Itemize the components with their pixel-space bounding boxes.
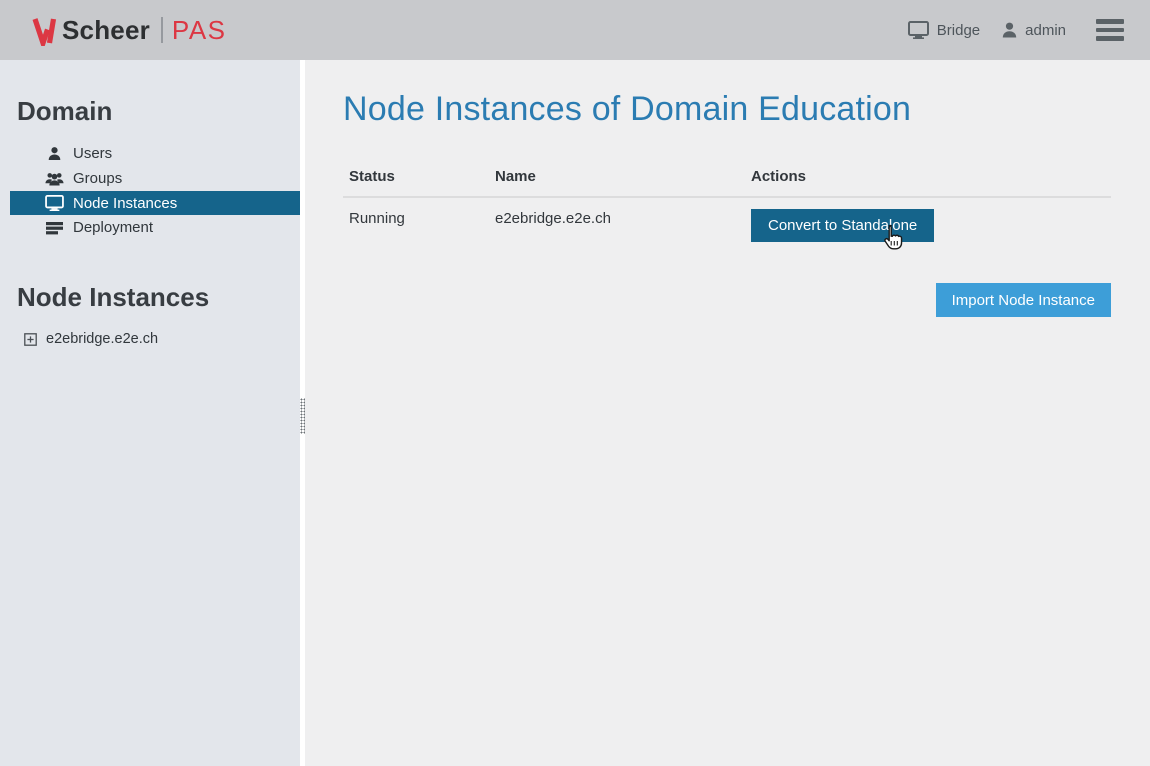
- sidebar-item-users[interactable]: Users: [0, 141, 300, 166]
- sidebar-item-label: Node Instances: [73, 195, 177, 212]
- table-header-row: Status Name Actions: [343, 159, 1111, 198]
- sidebar-item-label: Groups: [73, 170, 122, 187]
- column-header-actions: Actions: [745, 159, 1111, 196]
- app-body: Domain Users Groups: [0, 60, 1150, 766]
- table-row: Running e2ebridge.e2e.ch Convert to Stan…: [343, 198, 1111, 254]
- node-instances-table: Status Name Actions Running e2ebridge.e2…: [343, 159, 1111, 254]
- monitor-icon: [44, 195, 64, 211]
- column-header-status: Status: [343, 159, 489, 196]
- product-name: PAS: [172, 15, 227, 46]
- actions-cell: Convert to Standalone: [745, 198, 1111, 242]
- sidebar-section-title-node-instances: Node Instances: [17, 282, 300, 313]
- name-cell: e2ebridge.e2e.ch: [489, 198, 745, 227]
- tree-item-label: e2ebridge.e2e.ch: [46, 331, 158, 347]
- user-icon: [44, 146, 64, 161]
- sidebar-item-groups[interactable]: Groups: [0, 166, 300, 191]
- sidebar: Domain Users Groups: [0, 60, 300, 766]
- import-button-row: Import Node Instance: [343, 283, 1111, 317]
- sidebar-item-label: Users: [73, 145, 112, 162]
- brand-name: Scheer: [62, 15, 150, 46]
- deployment-list-icon: [44, 221, 64, 235]
- scheer-pas-logo[interactable]: Scheer PAS: [30, 14, 227, 46]
- header-right-controls: Bridge admin: [908, 19, 1124, 41]
- sidebar-item-label: Deployment: [73, 219, 153, 236]
- scheer-logo-icon: [30, 14, 58, 46]
- sidebar-section-title-domain: Domain: [17, 96, 300, 127]
- top-header-bar: Scheer PAS Bridge admin: [0, 0, 1150, 60]
- logo-divider: [161, 17, 163, 43]
- main-content: Node Instances of Domain Education Statu…: [305, 60, 1150, 766]
- sidebar-item-deployment[interactable]: Deployment: [0, 215, 300, 240]
- import-node-instance-button[interactable]: Import Node Instance: [936, 283, 1111, 317]
- user-icon: [1002, 22, 1017, 38]
- users-group-icon: [44, 172, 64, 186]
- status-cell: Running: [343, 198, 489, 227]
- monitor-icon: [908, 21, 929, 39]
- convert-to-standalone-button[interactable]: Convert to Standalone: [751, 209, 934, 242]
- user-menu-item[interactable]: admin: [1002, 22, 1066, 39]
- sidebar-item-node-instances[interactable]: Node Instances: [10, 191, 300, 215]
- expand-plus-icon[interactable]: [24, 333, 37, 346]
- username-label: admin: [1025, 22, 1066, 39]
- bridge-menu-item[interactable]: Bridge: [908, 21, 980, 39]
- bridge-label: Bridge: [937, 22, 980, 39]
- tree-item-e2ebridge[interactable]: e2ebridge.e2e.ch: [0, 327, 300, 351]
- hamburger-icon[interactable]: [1096, 19, 1124, 41]
- page-title: Node Instances of Domain Education: [343, 90, 1150, 129]
- column-header-name: Name: [489, 159, 745, 196]
